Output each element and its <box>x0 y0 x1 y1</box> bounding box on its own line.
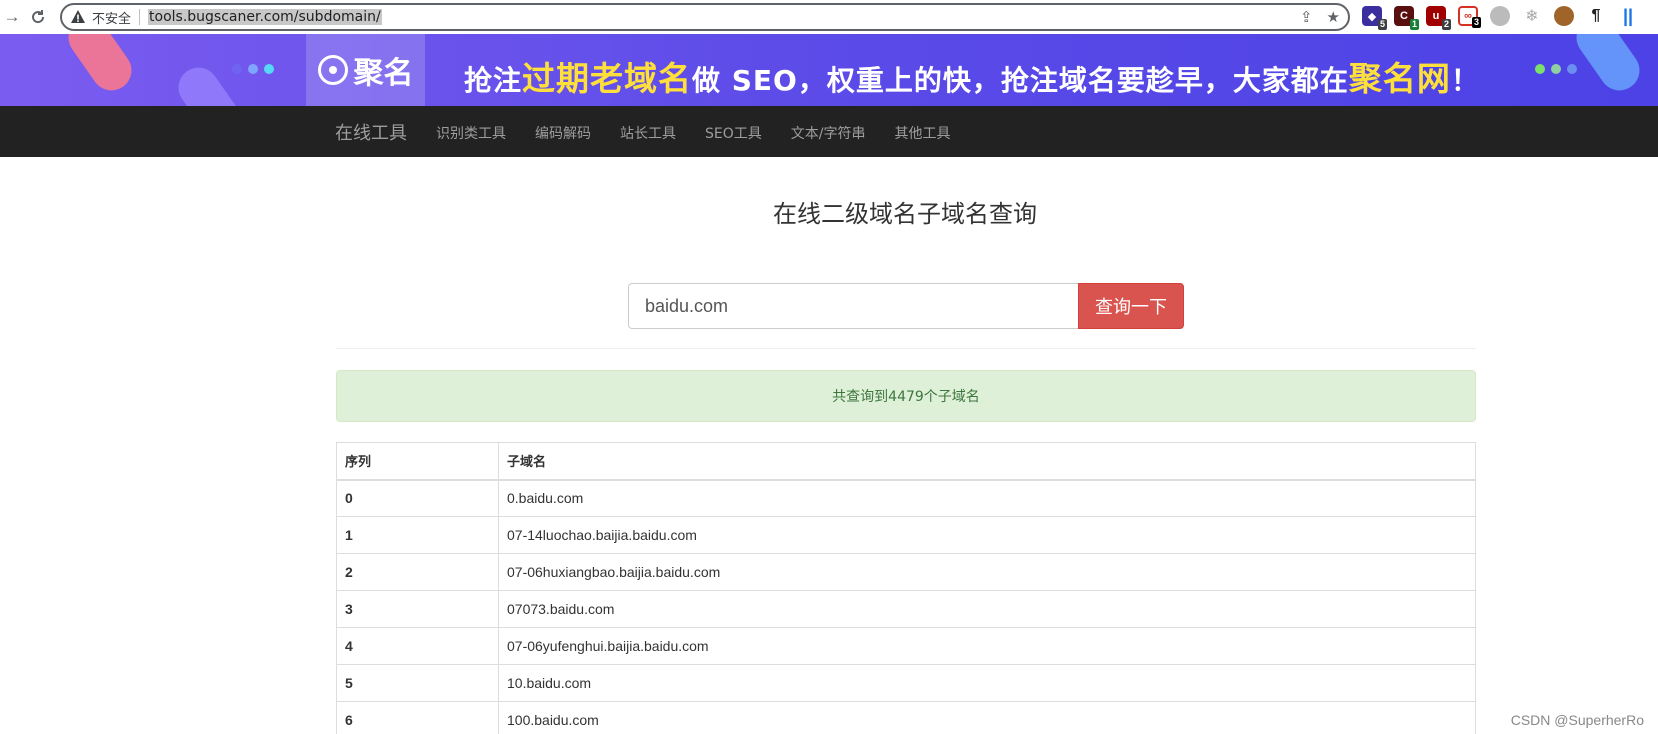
pilcrow-icon[interactable]: ¶ <box>1586 6 1606 26</box>
column-header-subdomain: 子域名 <box>498 442 1476 481</box>
divider <box>139 9 141 25</box>
logo-text: 聚名 <box>353 56 414 91</box>
ad-banner[interactable]: 聚名 抢注过期老域名做 SEO，权重上的快，抢注域名要趁早，大家都在聚名网！ <box>0 34 1658 106</box>
subdomain-table: 序列 子域名 0 0.baidu.com 1 07-14luochao.baijia… <box>336 442 1476 734</box>
nav-link-other-tools[interactable]: 其他工具 <box>894 123 950 143</box>
row-subdomain: 07073.baidu.com <box>498 590 1476 628</box>
juming-logo[interactable]: 聚名 <box>306 34 425 106</box>
decoration <box>1568 34 1648 99</box>
row-index: 4 <box>336 627 499 665</box>
address-bar[interactable]: 不安全 tools.bugscaner.com/subdomain/ ⇪ ★ <box>60 3 1350 31</box>
cookie-icon[interactable] <box>1554 6 1574 26</box>
url-text[interactable]: tools.bugscaner.com/subdomain/ <box>148 9 382 25</box>
navbar-brand[interactable]: 在线工具 <box>335 119 407 145</box>
table-row: 4 07-06yufenghui.baijia.baidu.com <box>336 627 1476 665</box>
row-subdomain: 07-06huxiangbao.baijia.baidu.com <box>498 553 1476 591</box>
column-header-index: 序列 <box>336 442 499 481</box>
extension-icon[interactable]: ◆ 5 <box>1362 6 1387 30</box>
extension-icon[interactable]: u2 <box>1426 6 1451 30</box>
divider <box>336 348 1476 349</box>
row-index: 0 <box>336 479 499 517</box>
row-subdomain: 0.baidu.com <box>498 479 1476 517</box>
logo-icon <box>317 55 348 85</box>
nav-link-webmaster-tools[interactable]: 站长工具 <box>620 123 676 143</box>
page-title: 在线二级域名子域名查询 <box>773 200 1037 228</box>
top-navbar: 在线工具 识别类工具 编码解码 站长工具 SEO工具 文本/字符串 其他工具 <box>0 106 1658 157</box>
row-index: 2 <box>336 553 499 591</box>
row-subdomain: 07-06yufenghui.baijia.baidu.com <box>498 627 1476 665</box>
row-index: 5 <box>336 664 499 702</box>
bookmark-star-icon[interactable]: ★ <box>1327 8 1340 26</box>
row-index: 3 <box>336 590 499 628</box>
row-subdomain: 100.baidu.com <box>498 701 1476 734</box>
slogan-part: 做 SEO，权重上的快，抢注域名要趁早，大家都在 <box>692 64 1349 97</box>
domain-search-input[interactable] <box>628 283 1078 329</box>
slogan-part: 抢注 <box>464 64 523 97</box>
table-header-row: 序列 子域名 <box>336 442 1476 481</box>
table-row: 2 07-06huxiangbao.baijia.baidu.com <box>336 553 1476 591</box>
query-button[interactable]: 查询一下 <box>1078 283 1184 329</box>
nav-link-encode-decode[interactable]: 编码解码 <box>535 123 591 143</box>
table-row: 1 07-14luochao.baijia.baidu.com <box>336 516 1476 554</box>
extensions-tray: ◆ 5 C1 u2 ∞ 3 ❄ ¶ || <box>1362 6 1638 30</box>
row-subdomain: 07-14luochao.baijia.baidu.com <box>498 516 1476 554</box>
nav-link-recognition-tools[interactable]: 识别类工具 <box>436 123 506 143</box>
result-summary-alert: 共查询到4479个子域名 <box>336 370 1476 422</box>
table-row: 3 07073.baidu.com <box>336 590 1476 628</box>
slogan-highlight: 聚名网 <box>1348 59 1451 98</box>
row-subdomain: 10.baidu.com <box>498 664 1476 702</box>
table-row: 6 100.baidu.com <box>336 701 1476 734</box>
extension-icon[interactable]: ∞ 3 <box>1458 6 1481 28</box>
share-icon[interactable]: ⇪ <box>1300 8 1313 26</box>
nav-link-seo-tools[interactable]: SEO工具 <box>705 123 762 143</box>
dots-decoration <box>232 64 274 74</box>
table-row: 0 0.baidu.com <box>336 479 1476 517</box>
snowflake-icon[interactable]: ❄ <box>1522 6 1542 26</box>
warning-icon <box>71 10 85 23</box>
forward-arrow-icon[interactable]: → <box>0 5 24 29</box>
reload-icon[interactable] <box>26 5 50 29</box>
extension-icon[interactable]: C1 <box>1394 6 1419 30</box>
insecure-label: 不安全 <box>92 11 132 27</box>
search-form: 查询一下 <box>628 283 1184 329</box>
dots-decoration <box>1535 64 1577 74</box>
browser-toolbar: → 不安全 tools.bugscaner.com/subdomain/ ⇪ ★… <box>0 0 1658 34</box>
globe-icon[interactable] <box>1490 6 1510 26</box>
row-index: 1 <box>336 516 499 554</box>
slogan-part: ！ <box>1450 64 1480 97</box>
slogan-highlight: 过期老域名 <box>522 59 693 98</box>
banner-slogan: 抢注过期老域名做 SEO，权重上的快，抢注域名要趁早，大家都在聚名网！ <box>464 52 1480 100</box>
decoration <box>60 34 140 99</box>
extension-bars-icon[interactable]: || <box>1618 6 1638 26</box>
table-row: 5 10.baidu.com <box>336 664 1476 702</box>
csdn-watermark: CSDN @SuperherRo <box>1510 712 1644 728</box>
nav-link-text-string[interactable]: 文本/字符串 <box>791 123 866 143</box>
row-index: 6 <box>336 701 499 734</box>
